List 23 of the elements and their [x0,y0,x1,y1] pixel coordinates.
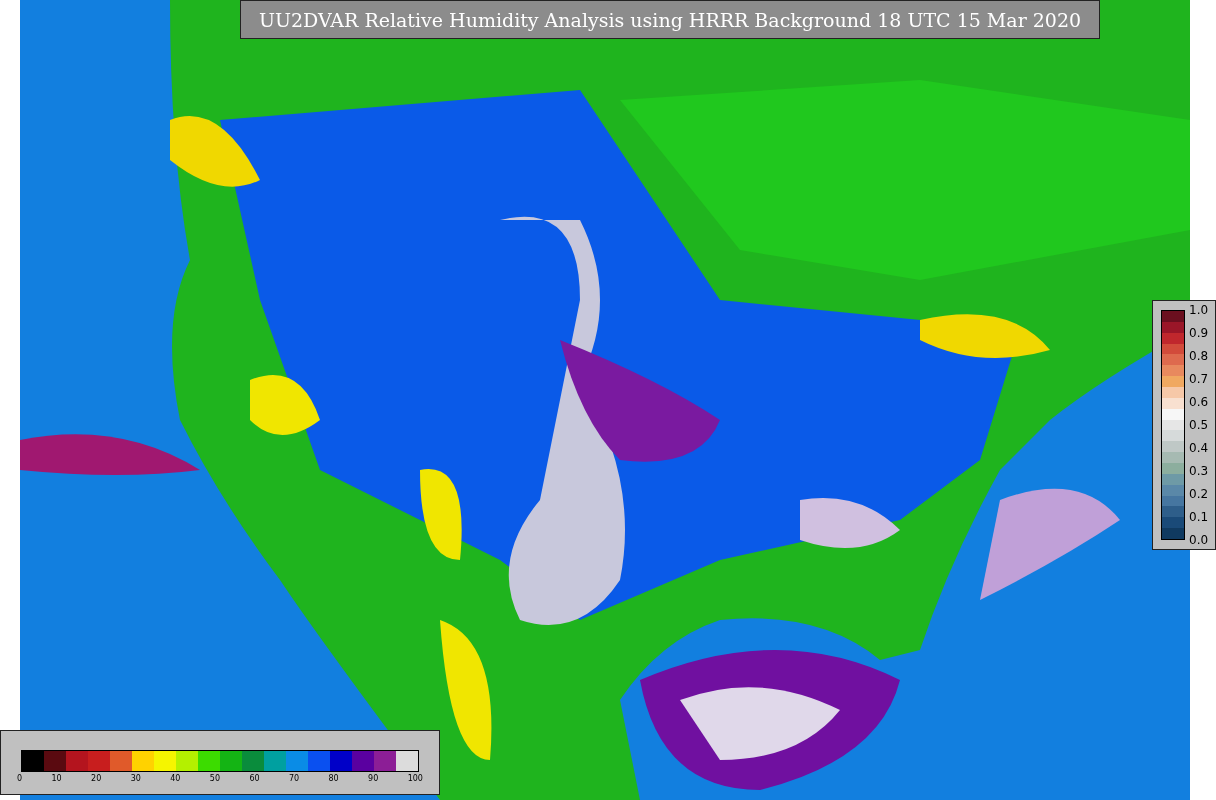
tick-label: 0.4 [1189,441,1209,455]
tick-label: 0.3 [1189,464,1209,478]
tick-label: 30 [130,774,141,783]
tick-label: 60 [249,774,260,783]
tick-label: 40 [170,774,181,783]
tick-label: 0.1 [1189,510,1209,524]
tick-label: 0.8 [1189,349,1209,363]
tick-label: 90 [368,774,379,783]
tick-label: 0.2 [1189,487,1209,501]
tick-label: 0.0 [1189,533,1209,547]
tick-label: 100 [407,774,423,783]
tick-label: 70 [288,774,300,783]
tick-label: 0 [17,774,23,783]
tick-label: 20 [91,774,102,783]
map-title: UU2DVAR Relative Humidity Analysis using HRRR Background 18 UTC 15 Mar 2020 [240,0,1100,39]
tick-label: 0.5 [1189,418,1209,432]
tick-label: 0.9 [1189,326,1209,340]
tick-label: 0.6 [1189,395,1209,409]
tick-label: 0.7 [1189,372,1209,386]
tick-label: 1.0 [1189,303,1209,317]
tick-label: 10 [51,774,62,783]
tick-label: 50 [209,774,220,783]
tick-label: 80 [328,774,339,783]
